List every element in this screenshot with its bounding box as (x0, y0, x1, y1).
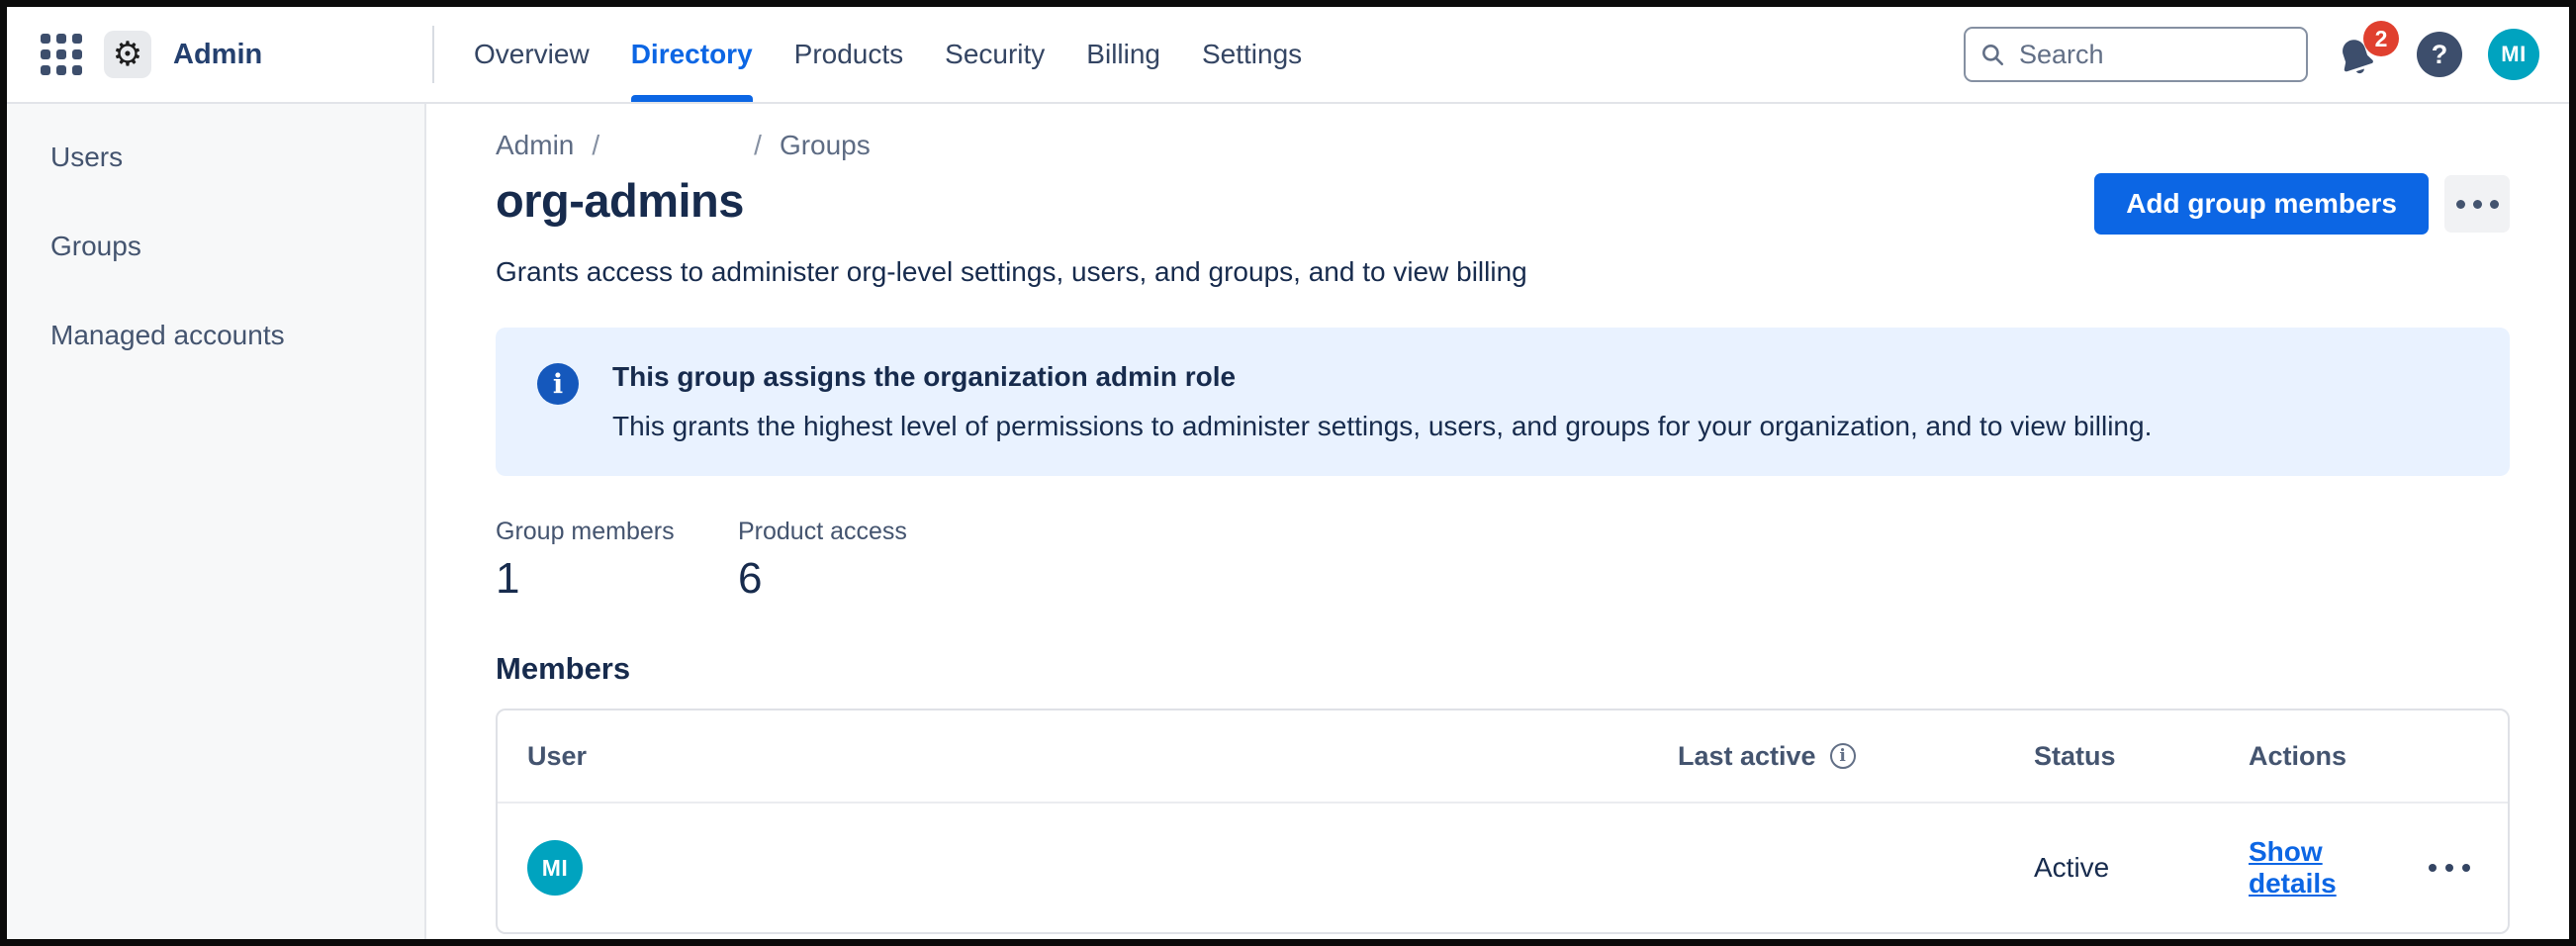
banner-title: This group assigns the organization admi… (612, 361, 2152, 393)
tab-security[interactable]: Security (945, 7, 1045, 102)
breadcrumb-groups[interactable]: Groups (780, 130, 871, 161)
sidebar: Users Groups Managed accounts (7, 104, 426, 939)
page-title: org-admins (496, 173, 744, 228)
notifications-button[interactable]: 2 (2334, 25, 2391, 84)
primary-nav: Overview Directory Products Security Bil… (474, 7, 1302, 102)
topbar-right: 2 ? MI (1964, 25, 2569, 84)
app-switcher-icon[interactable] (41, 34, 82, 75)
show-details-link[interactable]: Show details (2249, 836, 2373, 899)
title-actions: Add group members (2094, 173, 2510, 235)
help-button[interactable]: ? (2417, 32, 2462, 77)
search-box (1964, 27, 2308, 82)
stat-product-access: Product access 6 (738, 518, 980, 604)
breadcrumb-org[interactable] (617, 132, 736, 159)
column-header-user: User (527, 741, 1678, 772)
breadcrumb-separator: / (754, 130, 762, 161)
gear-icon: ⚙ (113, 35, 142, 74)
members-table: User Last active i Status Actions MI (496, 709, 2510, 934)
stat-value: 6 (738, 554, 980, 604)
stat-value: 1 (496, 554, 738, 604)
member-status: Active (2034, 852, 2109, 883)
search-input[interactable] (1964, 27, 2308, 82)
row-more-button[interactable] (2421, 856, 2478, 880)
stats: Group members 1 Product access 6 (496, 518, 2510, 604)
user-avatar[interactable]: MI (2488, 29, 2539, 80)
admin-logo-tile[interactable]: ⚙ (104, 31, 151, 78)
info-banner: i This group assigns the organization ad… (496, 328, 2510, 476)
sidebar-item-managed-accounts[interactable]: Managed accounts (7, 312, 424, 359)
breadcrumb: Admin / / Groups (496, 130, 2510, 161)
main-content: Admin / / Groups org-admins Add group me… (426, 104, 2569, 939)
last-active-info-icon[interactable]: i (1830, 743, 1856, 769)
page-more-button[interactable] (2444, 175, 2510, 233)
more-horizontal-icon (2456, 200, 2465, 209)
table-row: MI Active Show details (498, 804, 2508, 932)
breadcrumb-separator: / (592, 130, 599, 161)
stat-label: Product access (738, 518, 980, 546)
tab-settings[interactable]: Settings (1202, 7, 1302, 102)
tab-billing[interactable]: Billing (1086, 7, 1160, 102)
notification-badge: 2 (2363, 21, 2399, 56)
stat-group-members: Group members 1 (496, 518, 738, 604)
sidebar-item-users[interactable]: Users (7, 134, 424, 181)
column-header-last-active: Last active (1678, 741, 1816, 772)
banner-body: This grants the highest level of permiss… (612, 411, 2152, 442)
info-icon: i (537, 363, 579, 405)
member-avatar: MI (527, 840, 583, 896)
add-group-members-button[interactable]: Add group members (2094, 173, 2429, 235)
tab-overview[interactable]: Overview (474, 7, 590, 102)
sidebar-item-groups[interactable]: Groups (7, 223, 424, 270)
stat-label: Group members (496, 518, 738, 546)
table-header: User Last active i Status Actions (498, 710, 2508, 804)
tab-directory[interactable]: Directory (631, 7, 753, 102)
top-bar: ⚙ Admin Overview Directory Products Secu… (7, 7, 2569, 104)
question-icon: ? (2432, 40, 2448, 70)
breadcrumb-admin[interactable]: Admin (496, 130, 574, 161)
column-header-status: Status (2034, 741, 2249, 772)
brand-area: ⚙ Admin (41, 31, 432, 78)
tab-products[interactable]: Products (794, 7, 904, 102)
search-icon (1979, 42, 2005, 67)
members-heading: Members (496, 651, 2510, 687)
app-name: Admin (173, 39, 262, 71)
column-header-actions: Actions (2249, 741, 2478, 772)
group-description: Grants access to administer org-level se… (496, 256, 2510, 288)
topbar-divider (432, 26, 434, 83)
more-horizontal-icon (2429, 864, 2437, 872)
app-window: ⚙ Admin Overview Directory Products Secu… (0, 0, 2576, 946)
